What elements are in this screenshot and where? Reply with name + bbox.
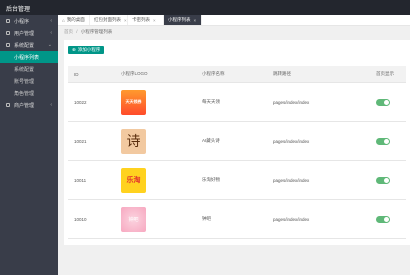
homepage-toggle[interactable] <box>376 176 390 184</box>
miniprogram-logo: 天天领券 <box>121 89 146 115</box>
chevron-left-icon: ‹ <box>50 102 52 108</box>
cell-path: pages/index/index <box>267 160 370 200</box>
cell-id: 10022 <box>68 82 115 122</box>
cell-path: pages/index/index <box>267 121 370 161</box>
home-icon: ⌂ <box>62 17 65 23</box>
user-icon <box>6 31 10 35</box>
close-icon[interactable]: × <box>153 18 156 23</box>
cell-path: pages/index/index <box>267 199 370 239</box>
sidebar-item-roles[interactable]: 角色管理 <box>0 87 58 99</box>
miniprogram-table: ID 小程序LOGO 小程序名称 跳转路径 首页显示 10022 天天领券 每天… <box>68 66 406 239</box>
column-header-homepage: 首页显示 <box>370 66 406 83</box>
sidebar-item-label: 系统配置 <box>14 42 35 49</box>
table-header-row: ID 小程序LOGO 小程序名称 跳转路径 首页显示 <box>68 66 406 83</box>
add-miniprogram-button[interactable]: ⊕ 添加小程序 <box>68 46 105 54</box>
miniprogram-logo: 钟吧 <box>121 206 146 232</box>
close-icon[interactable]: × <box>194 18 197 23</box>
tab-redpacket-covers[interactable]: 红包封面列表 × <box>90 15 128 25</box>
top-header: 后台管理 <box>0 0 410 15</box>
tab-label: 小程序列表 <box>168 17 191 22</box>
sidebar-item-label: 角色管理 <box>14 90 35 97</box>
list-panel: ⊕ 添加小程序 ID 小程序LOGO 小程序名称 跳转路径 首页显示 10022… <box>64 40 410 245</box>
tab-miniprogram-list[interactable]: 小程序列表 × <box>164 15 202 25</box>
table-row: 10011 乐淘 乐淘好物 pages/index/index <box>68 160 406 200</box>
sidebar-item-label: 小程序 <box>14 18 30 25</box>
homepage-toggle[interactable] <box>376 215 390 223</box>
sidebar-item-label: 系统配置 <box>14 66 35 73</box>
table-row: 10021 诗 AI藏头诗 pages/index/index <box>68 121 406 161</box>
close-icon[interactable]: × <box>124 18 127 23</box>
sidebar-item-label: 账号管理 <box>14 78 35 85</box>
toggle-knob <box>384 99 389 105</box>
cell-name: 每天天领 <box>196 82 267 122</box>
chevron-left-icon: ‹ <box>50 30 52 36</box>
chevron-left-icon: ‹ <box>50 18 52 24</box>
cell-id: 10010 <box>68 199 115 239</box>
sidebar-item-label: 小程序列表 <box>14 54 40 61</box>
cell-name: AI藏头诗 <box>196 121 267 161</box>
breadcrumb-current: 小程序管理列表 <box>80 29 113 34</box>
tab-label: 我的桌面 <box>66 17 85 22</box>
homepage-toggle[interactable] <box>376 98 390 106</box>
plus-icon: ⊕ <box>72 47 76 52</box>
app-title: 后台管理 <box>6 7 31 13</box>
homepage-toggle[interactable] <box>376 137 390 145</box>
breadcrumb: 首页 / 小程序管理列表 <box>64 29 112 35</box>
toggle-knob <box>384 216 389 222</box>
toggle-knob <box>384 138 389 144</box>
tab-label: 红包封面列表 <box>94 17 121 22</box>
sidebar-item-miniprogram[interactable]: 小程序 ‹ <box>0 15 58 27</box>
breadcrumb-separator: / <box>76 29 78 34</box>
cell-id: 10021 <box>68 121 115 161</box>
column-header-name: 小程序名称 <box>196 66 267 83</box>
chevron-down-icon: ⌄ <box>47 42 52 48</box>
tab-desktop[interactable]: ⌂ 我的桌面 <box>58 15 90 25</box>
column-header-path: 跳转路径 <box>267 66 370 83</box>
table-row: 10022 天天领券 每天天领 pages/index/index <box>68 82 406 122</box>
sidebar-item-users[interactable]: 用户管理 ‹ <box>0 27 58 39</box>
tab-label: 卡密列表 <box>132 17 150 22</box>
toggle-knob <box>384 177 389 183</box>
cell-name: 钟吧 <box>196 199 267 239</box>
cell-name: 乐淘好物 <box>196 160 267 200</box>
tab-card-keys[interactable]: 卡密列表 × <box>128 15 164 25</box>
user-icon <box>6 43 10 47</box>
sidebar-item-system-config[interactable]: 系统配置 <box>0 63 58 75</box>
column-header-id: ID <box>68 66 115 83</box>
add-button-label: 添加小程序 <box>77 47 101 52</box>
user-icon <box>6 103 10 107</box>
sidebar-item-miniprogram-list[interactable]: 小程序列表 <box>0 51 58 63</box>
table-row: 10010 钟吧 钟吧 pages/index/index <box>68 199 406 239</box>
tab-bar: ⌂ 我的桌面 红包封面列表 × 卡密列表 × 小程序列表 × <box>58 15 410 26</box>
miniprogram-logo: 乐淘 <box>121 167 146 193</box>
breadcrumb-home[interactable]: 首页 <box>64 29 73 34</box>
sidebar-item-label: 商户管理 <box>14 102 35 109</box>
main-content: 首页 / 小程序管理列表 ⊕ 添加小程序 ID 小程序LOGO 小程序名称 跳转… <box>64 26 410 275</box>
cell-id: 10011 <box>68 160 115 200</box>
miniprogram-logo: 诗 <box>121 128 146 154</box>
sidebar-item-merchants[interactable]: 商户管理 ‹ <box>0 99 58 111</box>
sidebar-item-system[interactable]: 系统配置 ⌄ <box>0 39 58 51</box>
cell-path: pages/index/index <box>267 82 370 122</box>
sidebar-item-accounts[interactable]: 账号管理 <box>0 75 58 87</box>
sidebar-item-label: 用户管理 <box>14 30 35 37</box>
home-icon <box>6 19 10 23</box>
sidebar: 小程序 ‹ 用户管理 ‹ 系统配置 ⌄ 小程序列表 系统配置 账号管理 角色管理… <box>0 15 58 275</box>
column-header-logo: 小程序LOGO <box>115 66 196 83</box>
